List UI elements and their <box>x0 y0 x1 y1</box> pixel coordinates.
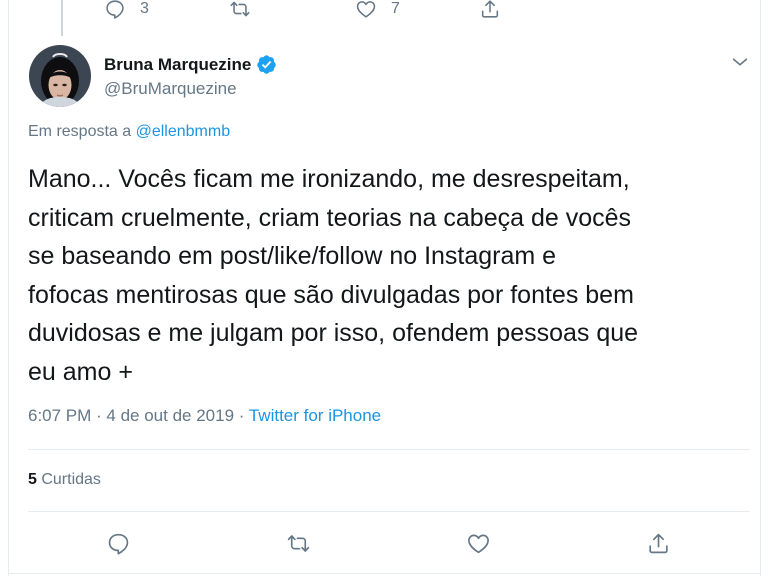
author-name[interactable]: Bruna Marquezine <box>104 55 251 75</box>
previous-reply-button[interactable]: 3 <box>104 0 149 21</box>
tweet-text-line: criticam cruelmente, criam teorias na ca… <box>28 203 632 232</box>
author-handle[interactable]: @BruMarquezine <box>104 79 237 99</box>
previous-tweet-action-bar: 3 7 <box>0 0 768 22</box>
tweet-text-line: Mano... Vocês ficam me ironizando, me de… <box>28 165 630 193</box>
heart-icon <box>356 1 376 18</box>
retweet-icon <box>230 1 250 17</box>
tweet-text-line: fofocas mentirosas que são divulgadas po… <box>28 280 634 309</box>
share-button[interactable] <box>646 529 671 557</box>
tweet-text-line: se baseando em post/like/follow no Insta… <box>28 242 557 270</box>
retweet-icon <box>287 534 310 552</box>
timeline-border-bottom <box>8 573 761 574</box>
divider <box>28 511 750 512</box>
reply-icon <box>108 533 129 555</box>
avatar-portrait <box>29 45 91 107</box>
tweet-source-link[interactable]: Twitter for iPhone <box>249 406 381 425</box>
previous-like-count: 7 <box>391 0 400 17</box>
retweet-button[interactable] <box>286 529 311 557</box>
tweet-text-line: eu amo + <box>28 357 133 386</box>
reply-to-handle-link[interactable]: @ellenbmmb <box>136 123 231 140</box>
tweet-action-bar <box>0 529 768 557</box>
previous-share-button[interactable] <box>479 0 501 21</box>
reply-button[interactable] <box>106 529 131 557</box>
tweet-text: Mano... Vocês ficam me ironizando, me de… <box>28 160 748 391</box>
tweet-timestamp[interactable]: 6:07 PM · 4 de out de 2019 · <box>28 406 249 425</box>
reply-to-prefix: Em resposta a <box>28 123 136 140</box>
share-icon <box>649 533 668 553</box>
previous-retweet-button[interactable] <box>229 0 251 21</box>
heart-icon <box>468 534 489 553</box>
timeline-border-right <box>760 0 761 576</box>
tweet-metadata: 6:07 PM · 4 de out de 2019 · Twitter for… <box>28 406 381 426</box>
previous-reply-count: 3 <box>140 0 149 17</box>
likes-count: 5 <box>28 471 37 488</box>
previous-like-button[interactable]: 7 <box>355 0 400 21</box>
chevron-down-icon[interactable] <box>729 51 751 73</box>
divider <box>28 449 750 450</box>
tweet-text-line: duvidosas e me julgam por isso, ofendem … <box>28 319 639 347</box>
author-avatar[interactable] <box>29 45 91 107</box>
reply-to-line: Em resposta a @ellenbmmb <box>28 123 230 141</box>
verified-badge-icon <box>257 55 277 74</box>
author-name-row[interactable]: Bruna Marquezine <box>104 54 277 75</box>
like-button[interactable] <box>466 529 491 557</box>
likes-label: Curtidas <box>36 471 101 488</box>
timeline-border-left <box>8 0 9 576</box>
share-icon <box>481 0 499 18</box>
reply-icon <box>106 0 124 19</box>
likes-summary[interactable]: 5 Curtidas <box>28 471 101 489</box>
